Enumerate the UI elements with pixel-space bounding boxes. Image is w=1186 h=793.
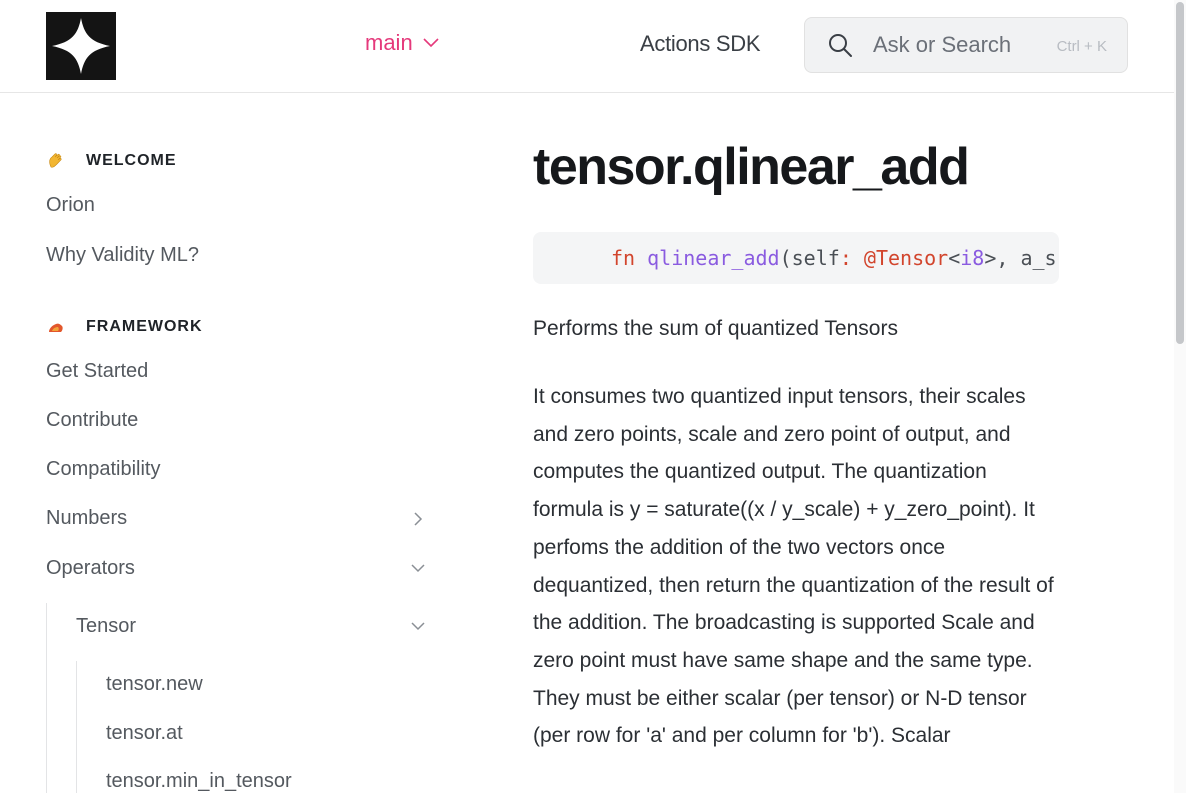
sidebar-item-tensor[interactable]: Tensor	[76, 615, 136, 638]
search-placeholder: Ask or Search	[873, 32, 1012, 57]
wave-hand-icon	[46, 151, 66, 171]
sidebar-item-tensor-new[interactable]: tensor.new	[106, 673, 203, 696]
code-type: @Tensor	[851, 246, 949, 270]
sidebar-item-tensor-min-in-tensor[interactable]: tensor.min_in_tensor	[106, 770, 292, 793]
section-title-welcome: WELCOME	[86, 152, 177, 169]
code-block[interactable]: fn qlinear_add(self: @Tensor<i8>, a_s	[533, 232, 1059, 284]
chevron-right-icon[interactable]	[410, 511, 426, 527]
chevron-down-icon	[423, 38, 439, 48]
code-params: (self	[779, 246, 840, 270]
page-title: tensor.qlinear_add	[533, 138, 970, 196]
code-colon: :	[839, 246, 852, 270]
top-header: main Actions SDK Ask or Search Ctrl + K	[0, 0, 1174, 93]
code-rest: >, a_s	[984, 246, 1057, 270]
section-framework: FRAMEWORK	[46, 317, 203, 337]
section-welcome: WELCOME	[46, 151, 177, 171]
sidebar-item-why-validity-ml[interactable]: Why Validity ML?	[46, 244, 199, 267]
logo-icon[interactable]	[46, 12, 116, 80]
code-keyword: fn	[611, 246, 636, 270]
code-generic: i8	[960, 246, 985, 270]
search-box[interactable]: Ask or Search Ctrl + K	[804, 17, 1128, 73]
page-scrollbar[interactable]	[1174, 0, 1186, 793]
sidebar-item-operators[interactable]: Operators	[46, 557, 135, 580]
chevron-down-icon[interactable]	[410, 560, 426, 576]
tree-guide-line	[46, 603, 47, 793]
code-signature: fn qlinear_add(self: @Tensor<i8>, a_s	[611, 246, 1057, 270]
branch-selector[interactable]: main	[365, 30, 439, 56]
sidebar-item-numbers[interactable]: Numbers	[46, 507, 127, 530]
tree-guide-line	[76, 661, 77, 793]
scrollbar-thumb[interactable]	[1176, 2, 1184, 344]
chevron-down-icon[interactable]	[410, 618, 426, 634]
section-title-framework: FRAMEWORK	[86, 318, 203, 335]
sidebar-item-compatibility[interactable]: Compatibility	[46, 458, 160, 481]
sidebar-item-get-started[interactable]: Get Started	[46, 360, 148, 383]
fire-icon	[46, 317, 66, 337]
code-function-name: qlinear_add	[647, 246, 780, 270]
sidebar-item-contribute[interactable]: Contribute	[46, 409, 138, 432]
nav-link-actions-sdk[interactable]: Actions SDK	[640, 31, 761, 57]
sidebar-item-orion[interactable]: Orion	[46, 194, 95, 217]
code-lt: <	[948, 246, 961, 270]
search-icon	[829, 34, 852, 57]
branch-label: main	[365, 30, 413, 55]
summary-text: Performs the sum of quantized Tensors	[533, 317, 898, 340]
description-text: It consumes two quantized input tensors,…	[533, 385, 1054, 748]
sidebar: WELCOME Orion Why Validity ML? FRAMEWORK…	[0, 93, 460, 793]
main-content: tensor.qlinear_add fn qlinear_add(self: …	[533, 93, 1063, 793]
search-shortcut: Ctrl + K	[1056, 38, 1107, 55]
sidebar-item-tensor-at[interactable]: tensor.at	[106, 722, 183, 745]
